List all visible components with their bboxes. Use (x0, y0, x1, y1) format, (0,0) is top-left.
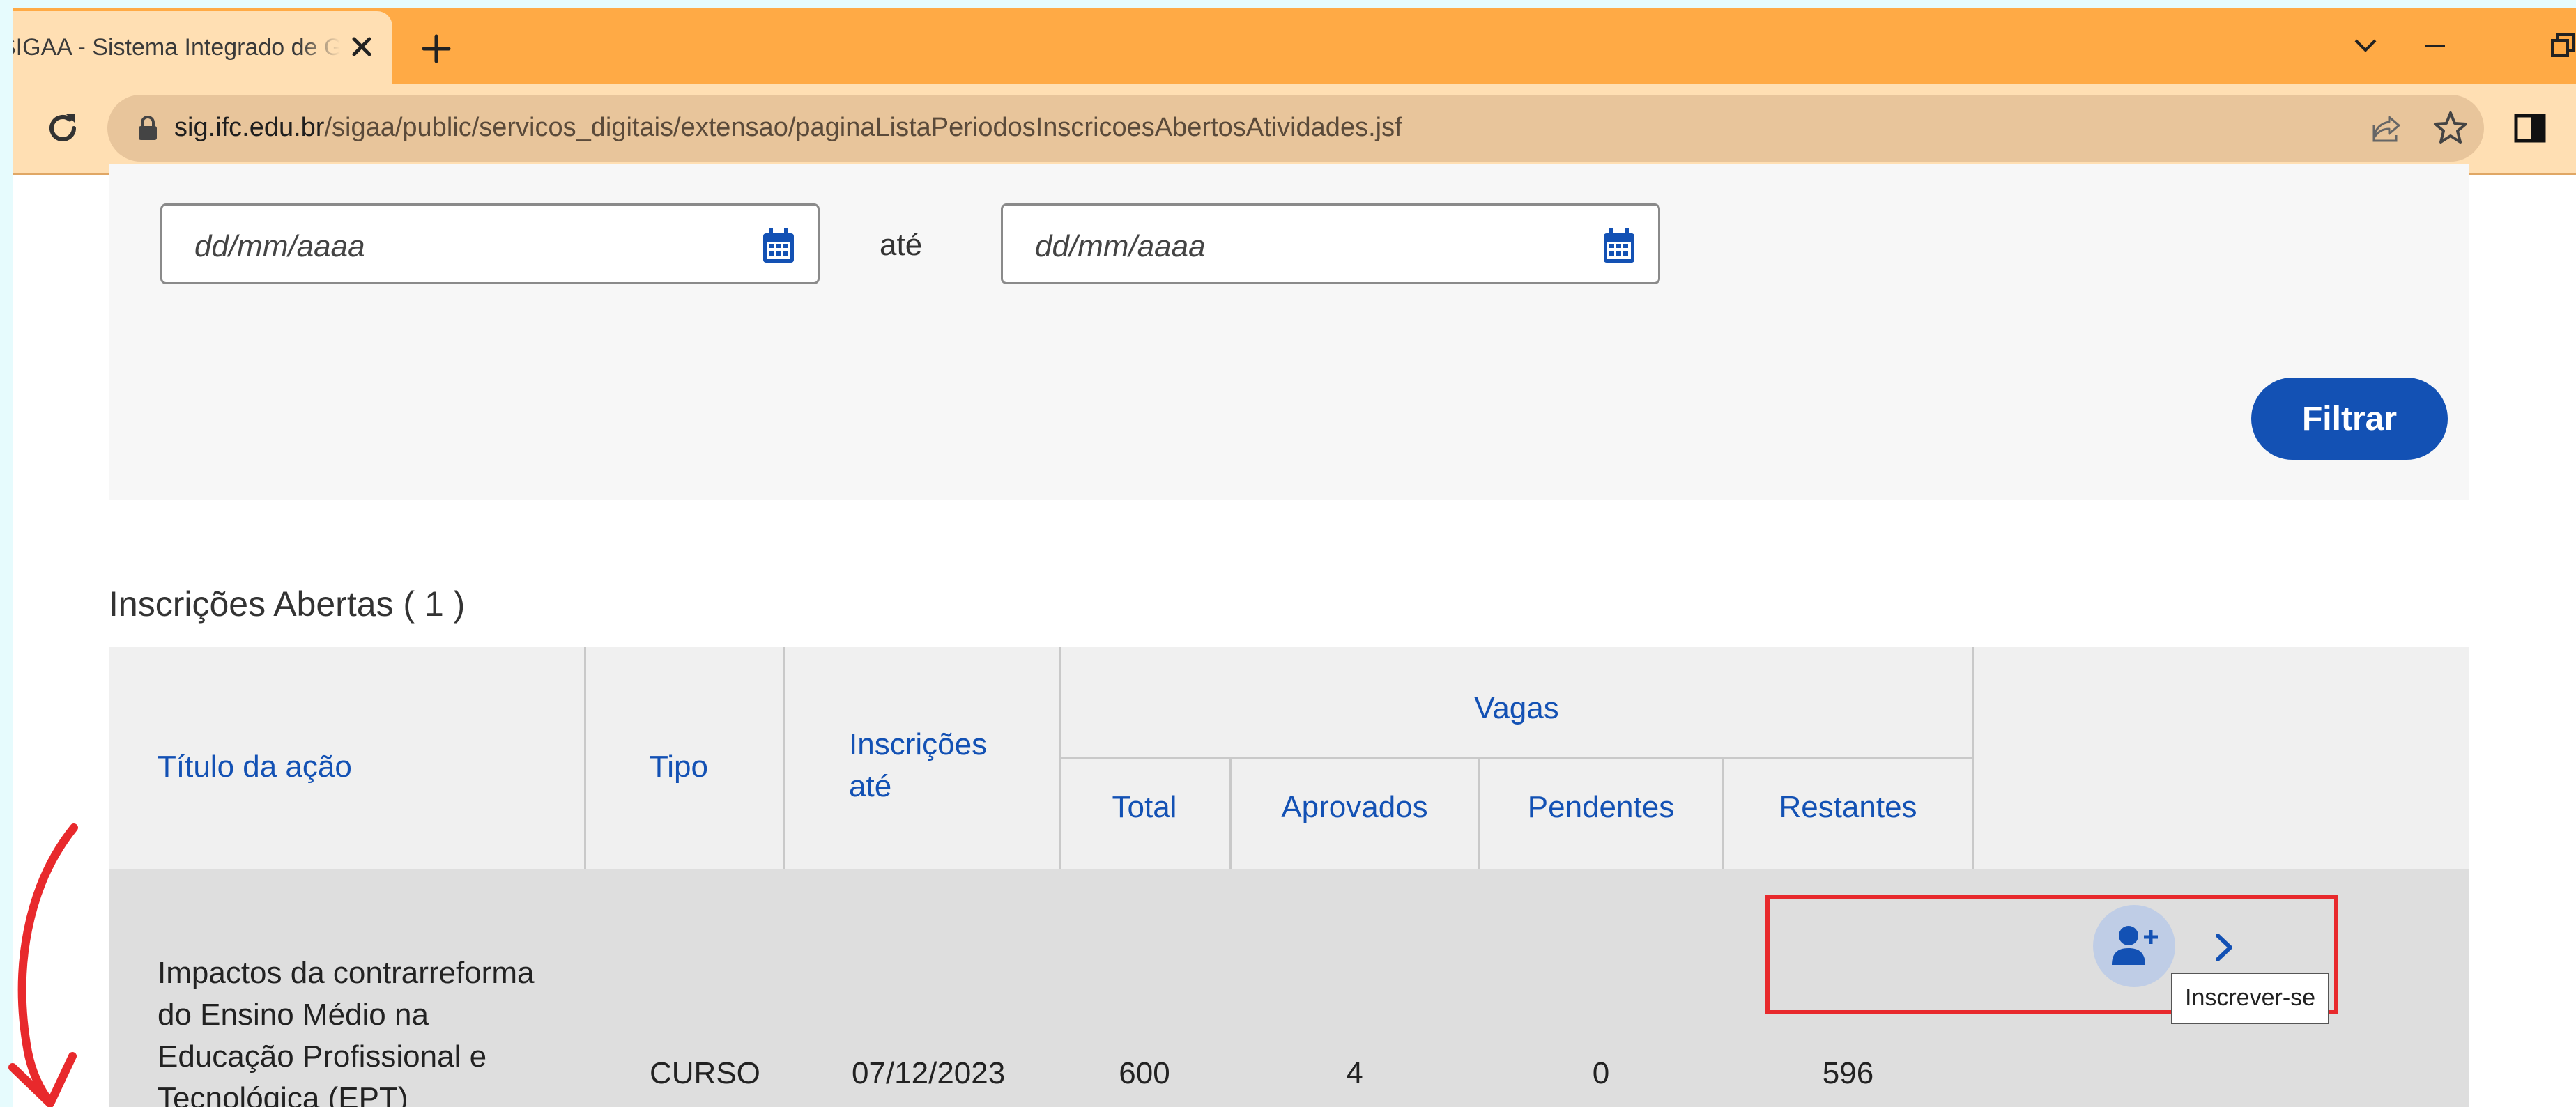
th-titulo[interactable]: Título da ação (158, 746, 352, 788)
date-from-placeholder: dd/mm/aaaa (194, 229, 365, 263)
browser-toolbar: sig.ifc.edu.br/sigaa/public/servicos_dig… (13, 84, 2576, 175)
cell-total: 600 (1119, 1056, 1170, 1090)
th-aprovados[interactable]: Aprovados (1232, 787, 1478, 828)
column-divider (584, 647, 586, 869)
calendar-icon[interactable] (1601, 226, 1637, 265)
url-text: sig.ifc.edu.br/sigaa/public/servicos_dig… (174, 113, 1402, 143)
side-panel-icon[interactable] (2513, 111, 2547, 145)
minimize-icon[interactable] (2417, 28, 2453, 64)
chevron-down-icon[interactable] (2347, 28, 2384, 64)
th-inscricoes-ate[interactable]: Inscrições até (849, 724, 1016, 807)
tab-title: SIGAA - Sistema Integrado de Gestão de A… (13, 33, 340, 61)
th-vagas: Vagas (1474, 691, 1559, 725)
cell-aprovados: 4 (1346, 1056, 1363, 1090)
th-total[interactable]: Total (1059, 787, 1229, 828)
tooltip: Inscrever-se (2171, 973, 2330, 1024)
reload-icon[interactable] (42, 107, 84, 149)
address-bar[interactable]: sig.ifc.edu.br/sigaa/public/servicos_dig… (107, 95, 2484, 162)
date-from-input[interactable]: dd/mm/aaaa (160, 203, 820, 284)
section-title: Inscrições Abertas ( 1 ) (109, 585, 466, 624)
date-range-separator: até (880, 228, 923, 262)
header-divider (1059, 757, 1974, 759)
annotation-arrow (8, 823, 78, 1107)
chevron-right-icon[interactable] (2211, 931, 2237, 963)
cell-restantes: 596 (1822, 1056, 1874, 1090)
th-pendentes[interactable]: Pendentes (1480, 787, 1722, 828)
share-icon[interactable] (2368, 110, 2405, 146)
calendar-icon[interactable] (760, 226, 797, 265)
inscrever-button[interactable] (2093, 905, 2175, 987)
tab-strip: SIGAA - Sistema Integrado de Gestão de A… (13, 8, 2576, 84)
url-path: /sigaa/public/servicos_digitais/extensao… (324, 113, 1402, 142)
th-tipo[interactable]: Tipo (650, 746, 708, 788)
browser-window: SIGAA - Sistema Integrado de Gestão de A… (13, 8, 2576, 1107)
cell-titulo: Impactos da contrarreforma do Ensino Méd… (158, 956, 535, 1107)
date-to-placeholder: dd/mm/aaaa (1035, 229, 1206, 263)
plus-icon[interactable] (420, 32, 453, 65)
filter-button[interactable]: Filtrar (2251, 378, 2448, 460)
browser-tab[interactable]: SIGAA - Sistema Integrado de Gestão de A… (13, 11, 392, 84)
date-to-input[interactable]: dd/mm/aaaa (1001, 203, 1660, 284)
cell-inscricoes-ate: 07/12/2023 (852, 1056, 1006, 1090)
filter-panel: dd/mm/aaaa até dd/mm/aaaa Filtrar (109, 164, 2469, 500)
url-host: sig.ifc.edu.br (174, 113, 325, 142)
lock-icon[interactable] (134, 114, 162, 142)
column-divider (783, 647, 785, 869)
cell-tipo: CURSO (650, 1056, 760, 1090)
cell-pendentes: 0 (1592, 1056, 1610, 1090)
table-header: Título da ação Tipo Inscrições até Vagas… (109, 647, 2469, 869)
restore-icon[interactable] (2544, 28, 2576, 64)
user-plus-icon (2112, 926, 2158, 965)
th-restantes[interactable]: Restantes (1724, 787, 1972, 828)
star-icon[interactable] (2431, 109, 2470, 148)
close-icon[interactable] (344, 29, 379, 64)
